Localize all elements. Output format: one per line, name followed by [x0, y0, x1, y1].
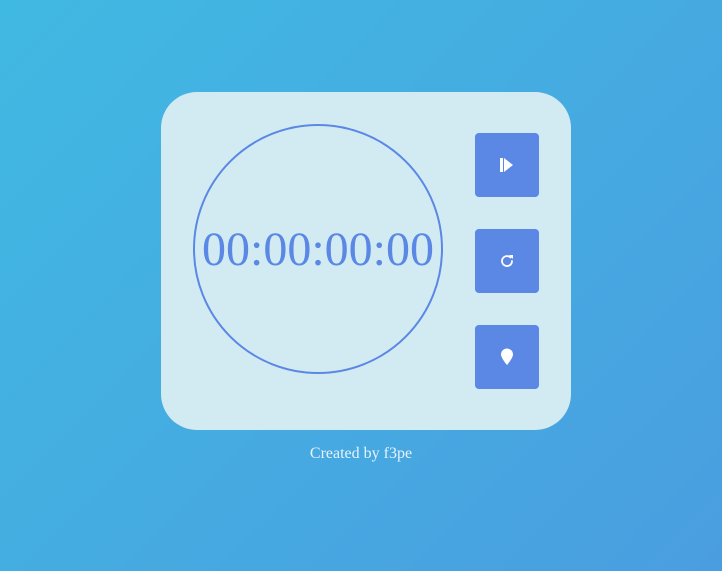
- time-display: 00:00:00:00: [201, 222, 434, 276]
- play-icon: [500, 157, 514, 173]
- play-button[interactable]: [475, 133, 539, 197]
- stopwatch-card: 00:00:00:00: [161, 92, 571, 430]
- footer-credit: Created by f3pe: [309, 445, 413, 462]
- reset-icon: [499, 253, 515, 269]
- lap-button[interactable]: [475, 325, 539, 389]
- reset-button[interactable]: [475, 229, 539, 293]
- map-pin-icon: [500, 348, 514, 366]
- clock-dial: 00:00:00:00: [193, 124, 443, 374]
